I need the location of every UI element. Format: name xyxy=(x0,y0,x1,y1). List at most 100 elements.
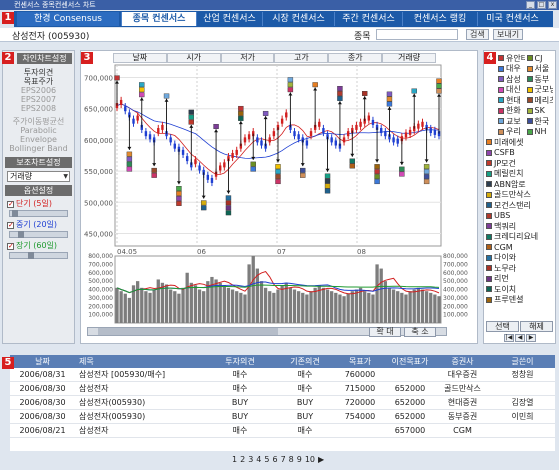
stock-search-input[interactable] xyxy=(376,29,458,40)
indicator-target-price[interactable]: 목표주가 xyxy=(3,77,74,86)
broker-item[interactable]: 대우 xyxy=(498,64,525,75)
tab-4[interactable]: 주간 컨센서스 xyxy=(334,12,402,26)
broker-item[interactable]: 다이와 xyxy=(486,253,553,264)
broker-item[interactable]: 서울 xyxy=(526,64,554,75)
broker-item[interactable]: 맥쿼리 xyxy=(486,221,553,232)
page-link[interactable]: 5 xyxy=(264,455,269,464)
broker-item[interactable]: SK xyxy=(526,106,554,117)
indicator-opinion[interactable]: 투자의견 xyxy=(3,68,74,77)
long-term-checkbox[interactable]: ✓ xyxy=(7,242,14,250)
page-link[interactable]: 1 xyxy=(232,455,237,464)
search-button[interactable]: 검색 xyxy=(466,29,489,40)
column-header[interactable]: 이전목표가 xyxy=(385,355,435,368)
indicator-eps2006[interactable]: EPS2006 xyxy=(3,86,74,95)
table-row[interactable]: 2006/08/30 삼성전자(005930) BUY BUY 754000 652000… xyxy=(10,410,555,424)
page-link[interactable]: 6 xyxy=(272,455,277,464)
table-row[interactable]: 2006/08/30 삼성전자(005930) BUY BUY 720000 652000… xyxy=(10,396,555,410)
column-header[interactable]: 글쓴이 xyxy=(490,355,555,368)
broker-item[interactable]: JP모건 xyxy=(486,158,553,169)
broker-item[interactable]: UBS xyxy=(486,211,553,222)
broker-item[interactable]: 굿모닝 xyxy=(526,85,553,96)
short-term-checkbox[interactable]: ✓ xyxy=(7,200,14,208)
short-term-slider[interactable] xyxy=(9,210,68,217)
close-icon[interactable]: x xyxy=(548,1,557,9)
broker-item[interactable]: 골드만삭스 xyxy=(486,190,553,201)
column-header[interactable]: 날짜 xyxy=(10,355,75,368)
send-button[interactable]: 보내기 xyxy=(493,29,524,40)
tab-6[interactable]: 미국 컨센서스 xyxy=(477,12,547,26)
page-link[interactable]: 2 xyxy=(240,455,245,464)
broker-item[interactable]: 현대 xyxy=(498,95,525,106)
overlay-moving-average[interactable]: 주가이동평균선 xyxy=(3,117,74,126)
mid-term-slider[interactable] xyxy=(9,231,68,238)
broker-item[interactable]: NH xyxy=(526,127,554,138)
broker-item[interactable]: 우리 xyxy=(498,127,525,138)
prev-page-icon[interactable]: ◀ xyxy=(515,334,525,342)
table-row[interactable]: 2006/08/21 삼성전자 매수 매수 657000 CGM xyxy=(10,424,555,438)
table-row[interactable]: 2006/08/30 삼성전자 매수 매수 715000 652000 골드만삭스 xyxy=(10,382,555,396)
broker-item[interactable]: CJ xyxy=(526,53,554,64)
column-header[interactable]: 제목 xyxy=(75,355,205,368)
consensus-logo[interactable]: 한경 Consensus xyxy=(17,12,119,26)
broker-item[interactable]: CGM xyxy=(486,242,553,253)
clear-all-button[interactable]: 해제 xyxy=(520,321,553,332)
long-term-slider[interactable] xyxy=(9,252,68,259)
first-page-icon[interactable]: |◀ xyxy=(504,334,514,342)
broker-item[interactable]: 동부 xyxy=(526,74,554,85)
broker-item[interactable]: 크레디리요네 xyxy=(486,232,553,243)
maximize-icon[interactable]: □ xyxy=(537,1,546,9)
page-link[interactable]: 9 xyxy=(297,455,302,464)
overlay-bollinger[interactable]: Bollinger Band xyxy=(3,144,74,153)
consensus-chart[interactable]: 700,000 650,000 600,000 550,000 500,000 450,0… xyxy=(81,51,477,343)
broker-item[interactable]: ABN암로 xyxy=(486,179,553,190)
page-link[interactable]: 4 xyxy=(256,455,261,464)
broker-item[interactable]: 리먼 xyxy=(486,274,553,285)
page-link[interactable]: 7 xyxy=(281,455,286,464)
table-cell[interactable]: 삼성전자 xyxy=(75,382,205,395)
broker-item[interactable]: 메리츠 xyxy=(526,95,553,106)
table-cell[interactable]: 삼성전자(005930) xyxy=(75,396,205,409)
broker-item[interactable]: 유안타 xyxy=(498,53,525,64)
option-long-term[interactable]: ✓ 장기 (60일) xyxy=(7,241,70,251)
broker-item[interactable]: 프루덴셜 xyxy=(486,295,553,306)
overlay-parabolic[interactable]: Parabolic xyxy=(3,126,74,135)
column-header[interactable]: 투자의견 xyxy=(205,355,275,368)
broker-item[interactable]: 메릴린치 xyxy=(486,169,553,180)
tab-2[interactable]: 산업 컨센서스 xyxy=(196,12,262,26)
overlay-envelope[interactable]: Envelope xyxy=(3,135,74,144)
page-link[interactable]: 10 xyxy=(305,455,315,464)
indicator-eps2008[interactable]: EPS2008 xyxy=(3,104,74,113)
broker-item[interactable]: 삼성 xyxy=(498,74,525,85)
broker-item[interactable]: CSFB xyxy=(486,148,553,159)
zoom-out-button[interactable]: 축 소 xyxy=(404,327,436,337)
next-page-icon[interactable]: ▶ xyxy=(526,334,536,342)
minimize-icon[interactable]: _ xyxy=(526,1,535,9)
indicator-eps2007[interactable]: EPS2007 xyxy=(3,95,74,104)
tab-5[interactable]: 컨센서스 랭킹 xyxy=(402,12,477,26)
option-mid-term[interactable]: ✓ 중기 (20일) xyxy=(7,220,70,230)
column-header[interactable]: 목표가 xyxy=(335,355,385,368)
table-cell[interactable]: 삼성전자 [005930/매수] xyxy=(75,368,205,381)
aux-chart-select[interactable]: 거래량 xyxy=(7,171,70,182)
tab-3[interactable]: 시장 컨센서스 xyxy=(262,12,334,26)
broker-item[interactable]: 한화 xyxy=(498,106,525,117)
select-all-button[interactable]: 선택 xyxy=(486,321,519,332)
page-link[interactable]: 8 xyxy=(289,455,294,464)
broker-item[interactable]: 미래에셋 xyxy=(486,137,553,148)
column-header[interactable]: 기존의견 xyxy=(275,355,335,368)
table-row[interactable]: 2006/08/31 삼성전자 [005930/매수] 매수 매수 760000 대우증권… xyxy=(10,368,555,382)
page-link[interactable]: ▶ xyxy=(318,455,324,464)
broker-item[interactable]: 대신 xyxy=(498,85,525,96)
tab-1[interactable]: 종목 컨센서스 xyxy=(121,12,196,26)
table-cell[interactable]: 삼성전자(005930) xyxy=(75,410,205,423)
broker-item[interactable]: 모건스탠리 xyxy=(486,200,553,211)
table-cell[interactable]: 삼성전자 xyxy=(75,424,205,437)
column-header[interactable]: 증권사 xyxy=(435,355,490,368)
broker-item[interactable]: 도이치 xyxy=(486,284,553,295)
broker-item[interactable]: 노무라 xyxy=(486,263,553,274)
zoom-in-button[interactable]: 확 대 xyxy=(369,327,401,337)
mid-term-checkbox[interactable]: ✓ xyxy=(7,221,14,229)
page-link[interactable]: 3 xyxy=(248,455,253,464)
broker-item[interactable]: 교보 xyxy=(498,116,525,127)
option-short-term[interactable]: ✓ 단기 (5일) xyxy=(7,199,70,209)
